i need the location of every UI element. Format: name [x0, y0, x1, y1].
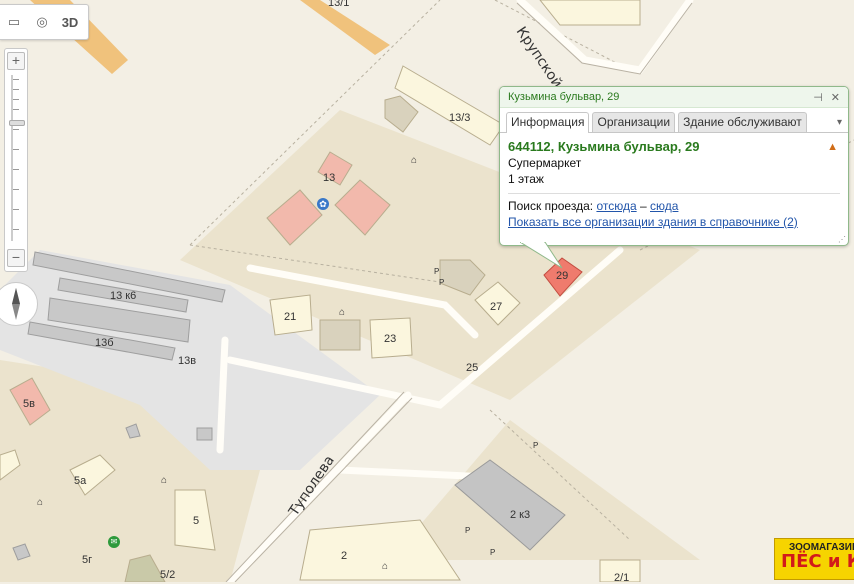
tab-building-services[interactable]: Здание обслуживают [678, 112, 807, 132]
building-label: 23 [384, 333, 397, 345]
poi-home-icon[interactable]: ⌂ [411, 155, 417, 166]
tab-organizations[interactable]: Организации [592, 112, 676, 132]
building-label: 5г [82, 554, 93, 566]
zoom-in-button[interactable]: + [7, 52, 25, 70]
parking-label: P [533, 441, 539, 450]
advertisement-banner[interactable]: ЗООМАГАЗИН ПЁС и КО [774, 538, 854, 580]
ad-main-text: ПЁС и КО [781, 551, 854, 572]
building-label: 5а [74, 475, 87, 487]
parking-label: P [490, 548, 496, 557]
building-type: Супермаркет [508, 156, 582, 170]
block-south [390, 420, 700, 560]
route-search: Поиск проезда: отсюда – сюда [508, 198, 840, 214]
balloon-tabs: Информация Организации Здание обслуживаю… [500, 108, 848, 133]
toggle-3d-button[interactable]: 3D [56, 5, 84, 39]
parking-label: P [439, 278, 445, 287]
warning-icon[interactable]: ▲ [827, 141, 838, 153]
poi-home-icon[interactable]: ⌂ [382, 561, 388, 572]
zoom-out-button[interactable]: − [7, 249, 25, 267]
poi-mail-icon[interactable]: ✉ [108, 536, 120, 548]
building-label: 2/1 [614, 572, 630, 584]
building-label: 21 [284, 311, 297, 323]
building-label: 25 [466, 362, 479, 374]
building-label: 13 [323, 172, 336, 184]
balloon-header: Кузьмина бульвар, 29 ⊣ ✕ [500, 87, 848, 108]
building-label: 13/3 [449, 112, 471, 124]
poi-stroller-icon[interactable]: ✿ [317, 198, 329, 210]
building-label: 13б [95, 337, 114, 349]
object-balloon: Кузьмина бульвар, 29 ⊣ ✕ Информация Орга… [499, 86, 849, 246]
close-icon[interactable]: ✕ [831, 91, 840, 104]
route-dash: – [639, 199, 647, 213]
balloon-body: 644112, Кузьмина бульвар, 29 Супермаркет… [500, 133, 848, 230]
poi-home-icon[interactable]: ⌂ [37, 497, 43, 508]
tabs-menu-icon[interactable]: ▾ [837, 117, 842, 132]
parking-label: P [465, 526, 471, 535]
address: 644112, Кузьмина бульвар, 29 [508, 139, 700, 154]
pin-icon[interactable]: ⊣ [813, 91, 823, 104]
route-label: Поиск проезда: [508, 199, 594, 213]
building-label: 27 [490, 301, 503, 313]
balloon-tail [520, 242, 563, 269]
poi-home-icon[interactable]: ⌂ [339, 307, 345, 318]
building-label: 5в [23, 398, 35, 410]
ruler-icon[interactable]: ▭ [0, 5, 28, 39]
show-organizations-link[interactable]: Показать все организации здания в справо… [508, 214, 840, 230]
building-label: 5 [193, 515, 200, 527]
resize-handle-icon[interactable]: ⋰ [838, 235, 846, 244]
zoom-slider-handle[interactable] [9, 119, 25, 126]
divider [508, 193, 840, 194]
floors: 1 этаж [508, 172, 544, 186]
parking-label: P [434, 267, 440, 276]
route-to-link[interactable]: сюда [650, 199, 678, 213]
balloon-title: Кузьмина бульвар, 29 [508, 91, 620, 103]
building-label: 2 к3 [510, 509, 531, 521]
traffic-icon[interactable]: ◎ [28, 5, 56, 39]
building-label: 13 к6 [110, 290, 137, 302]
zoom-control: + − [4, 48, 28, 272]
map-toolbar: ▭ ◎ 3D [0, 4, 89, 40]
building-label: 13/1 [328, 0, 350, 9]
poi-home-icon[interactable]: ⌂ [161, 475, 167, 486]
compass-icon[interactable] [0, 282, 38, 326]
route-from-link[interactable]: отсюда [596, 199, 636, 213]
building-label: 13в [178, 355, 197, 367]
building-label: 2 [341, 550, 348, 562]
tab-info[interactable]: Информация [506, 112, 590, 133]
building-label: 5/2 [160, 569, 176, 581]
